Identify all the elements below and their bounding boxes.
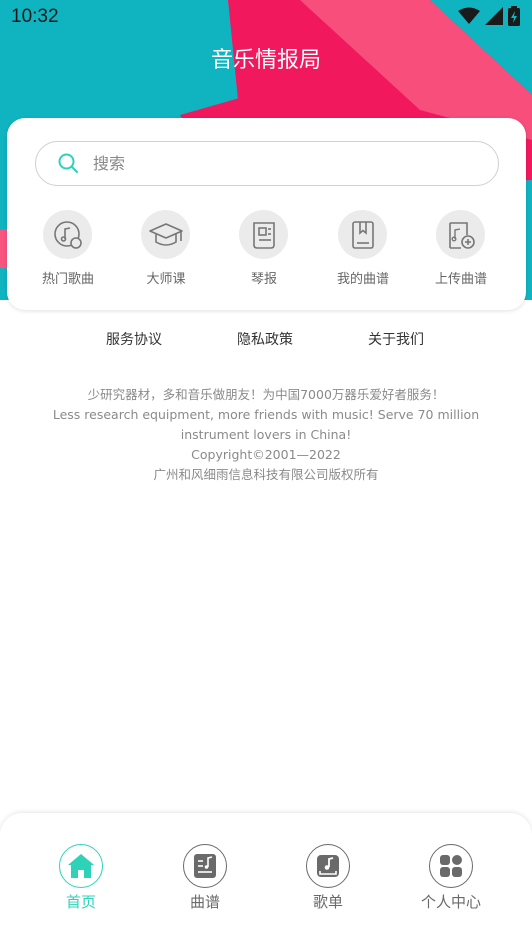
graduation-cap-icon <box>148 222 183 246</box>
quick-action-label: 热门歌曲 <box>41 272 94 287</box>
battery-icon <box>508 6 520 26</box>
nav-item-profile[interactable]: 个人中心 <box>401 844 501 914</box>
signal-icon <box>485 7 503 25</box>
terms-link[interactable]: 服务协议 <box>106 329 162 349</box>
quick-action-label: 我的曲谱 <box>336 272 389 287</box>
bottom-nav: 首页 曲谱 歌单 个人中心 <box>0 813 532 946</box>
search-icon <box>58 153 78 173</box>
quick-action-label: 琴报 <box>250 272 277 287</box>
footer-slogan-cn: 少研究器材，多和音乐做朋友！为中国7000万器乐爱好者服务！ <box>87 387 445 402</box>
nav-label: 个人中心 <box>420 893 481 911</box>
about-link[interactable]: 关于我们 <box>368 329 424 349</box>
playlist-icon <box>317 855 339 877</box>
privacy-link[interactable]: 隐私政策 <box>237 329 293 349</box>
newspaper-icon <box>252 221 275 249</box>
book-icon <box>351 220 374 249</box>
quick-action-upload-score[interactable]: 上传曲谱 <box>411 210 511 290</box>
profile-center-icon <box>440 855 462 877</box>
nav-item-home[interactable]: 首页 <box>31 844 131 914</box>
quick-action-piano-news[interactable]: 琴报 <box>214 210 314 290</box>
music-sheet-icon <box>194 854 216 878</box>
quick-action-label: 上传曲谱 <box>434 272 487 287</box>
upload-score-icon <box>448 221 475 249</box>
quick-action-master-class[interactable]: 大师课 <box>116 210 216 290</box>
app-title: 音乐情报局 <box>210 48 321 73</box>
wifi-icon <box>458 7 480 24</box>
quick-action-label: 大师课 <box>146 272 186 287</box>
nav-item-scores[interactable]: 曲谱 <box>155 844 255 914</box>
footer-copyright: Copyright©2001—2022 <box>191 447 341 462</box>
quick-action-hot-songs[interactable]: 热门歌曲 <box>18 210 118 290</box>
main-card: 热门歌曲 大师课 琴报 <box>7 118 526 310</box>
status-time: 10:32 <box>11 6 59 27</box>
quick-action-my-scores[interactable]: 我的曲谱 <box>313 210 413 290</box>
music-disc-icon <box>53 220 82 249</box>
status-icons <box>458 6 520 26</box>
footer-slogan-en-line2: instrument lovers in China! <box>180 427 352 442</box>
nav-label: 歌单 <box>312 893 343 911</box>
status-bar: 10:32 <box>0 0 532 36</box>
nav-item-playlist[interactable]: 歌单 <box>278 844 378 914</box>
nav-label: 曲谱 <box>189 893 220 911</box>
nav-label: 首页 <box>65 893 96 911</box>
search-input[interactable] <box>93 151 473 175</box>
home-icon <box>68 854 94 878</box>
footer-company: 广州和风细雨信息科技有限公司版权所有 <box>153 467 379 482</box>
footer-slogan-en-line1: Less research equipment, more friends wi… <box>52 407 480 422</box>
search-bar[interactable] <box>35 141 499 186</box>
